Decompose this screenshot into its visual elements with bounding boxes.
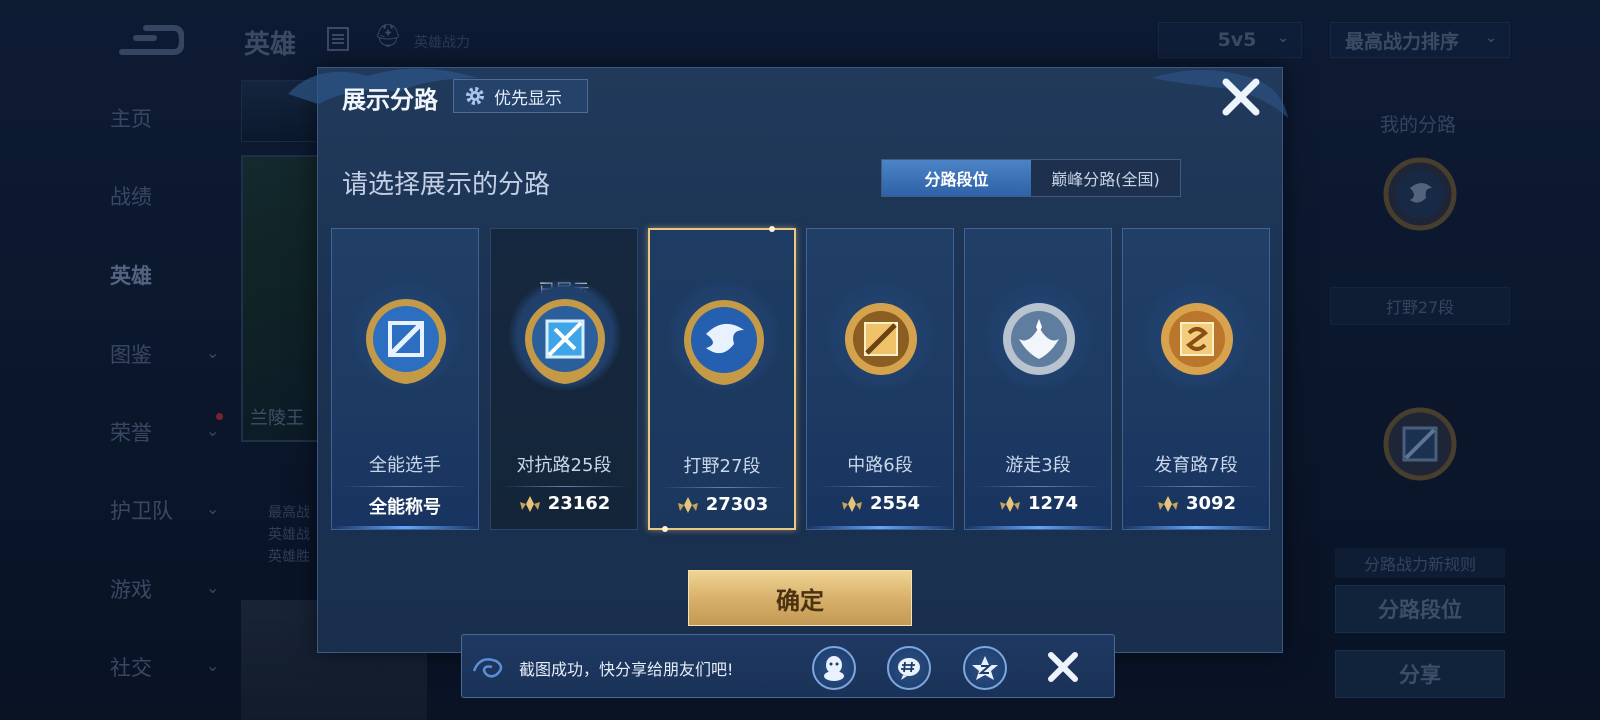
roam-emblem-icon	[1003, 303, 1075, 375]
swirl-icon	[472, 658, 503, 678]
lane-power-value: 27303	[705, 494, 769, 515]
wechat-icon	[898, 658, 920, 680]
divider	[1133, 486, 1261, 487]
lane-power-value: 2554	[869, 493, 921, 514]
lane-power: 2554	[807, 493, 953, 514]
modal-title: 展示分路	[342, 86, 438, 114]
card-glow	[332, 526, 478, 529]
lane-name: 全能选手	[369, 455, 441, 476]
close-icon[interactable]	[1044, 648, 1082, 686]
lane-card[interactable]: 打野27段 27303	[648, 226, 796, 532]
farm-lane-emblem-icon	[1161, 303, 1233, 375]
divider	[660, 487, 788, 488]
lane-power-value: 3092	[1185, 493, 1237, 514]
lane-card[interactable]: 中路6段 2554	[806, 228, 954, 530]
gear-icon	[466, 87, 484, 105]
lane-name: 游走3段	[1005, 455, 1071, 476]
power-icon	[999, 495, 1020, 512]
lane-power: 3092	[1123, 493, 1269, 514]
lane-name: 中路6段	[847, 455, 913, 476]
lane-name: 发育路7段	[1154, 455, 1238, 476]
mid-lane-emblem-icon	[845, 303, 917, 375]
power-icon	[677, 496, 698, 513]
qq-icon	[824, 656, 844, 681]
divider	[817, 486, 945, 487]
tab-lane-rank[interactable]: 分路段位	[882, 160, 1031, 196]
card-glow	[1123, 526, 1269, 529]
lane-card[interactable]: 游走3段 1274	[964, 228, 1112, 530]
lane-card[interactable]: 全能选手 全能称号	[331, 228, 479, 530]
all-round-emblem-icon	[366, 299, 446, 385]
clash-lane-emblem-icon	[525, 299, 605, 385]
confirm-button[interactable]: 确定	[688, 570, 912, 626]
lane-name: 打野27段	[683, 456, 761, 477]
qq-share-button[interactable]	[812, 646, 856, 690]
power-icon	[1157, 495, 1178, 512]
modal-subtitle: 请选择展示的分路	[342, 170, 551, 200]
lane-power-value: 23162	[547, 493, 611, 514]
divider	[501, 486, 629, 487]
power-icon	[519, 495, 540, 512]
jungle-emblem-icon	[684, 300, 764, 386]
app-root: 主页 战绩 英雄 图鉴 ⌄ 荣誉 ⌄ 护卫队 ⌄ 游戏 ⌄ 社交 ⌄ 英雄 ⛑ 英雄战力 5v5 ⌄ 最…	[0, 0, 1600, 720]
card-glow	[965, 526, 1111, 529]
priority-display-label: 优先显示	[494, 88, 562, 109]
lane-power: 23162	[491, 493, 637, 514]
divider	[342, 486, 470, 487]
lane-power: 27303	[650, 494, 794, 515]
lane-name: 对抗路25段	[516, 455, 612, 476]
toast-message: 截图成功，快分享给朋友们吧!	[519, 660, 734, 679]
lane-power: 1274	[965, 493, 1111, 514]
qzone-share-button[interactable]	[963, 646, 1007, 690]
power-icon	[841, 495, 862, 512]
lane-power-value: 全能称号	[369, 497, 441, 518]
cloud-ornament	[1152, 70, 1288, 118]
close-icon[interactable]	[1218, 74, 1264, 120]
lane-tab-switch: 分路段位 巅峰分路(全国)	[881, 159, 1181, 197]
wechat-share-button[interactable]	[887, 646, 931, 690]
corner-dot	[769, 226, 775, 232]
qzone-icon	[972, 656, 998, 680]
lane-card[interactable]: 已展示对抗路25段23162	[490, 228, 638, 530]
priority-display-button[interactable]: 优先显示	[453, 79, 588, 113]
card-glow	[807, 526, 953, 529]
corner-dot	[662, 526, 668, 532]
lane-card[interactable]: 发育路7段 3092	[1122, 228, 1270, 530]
lane-power: 全能称号	[332, 493, 478, 519]
divider	[975, 486, 1103, 487]
tab-peak-lane[interactable]: 巅峰分路(全国)	[1031, 160, 1180, 196]
lane-power-value: 1274	[1027, 493, 1079, 514]
